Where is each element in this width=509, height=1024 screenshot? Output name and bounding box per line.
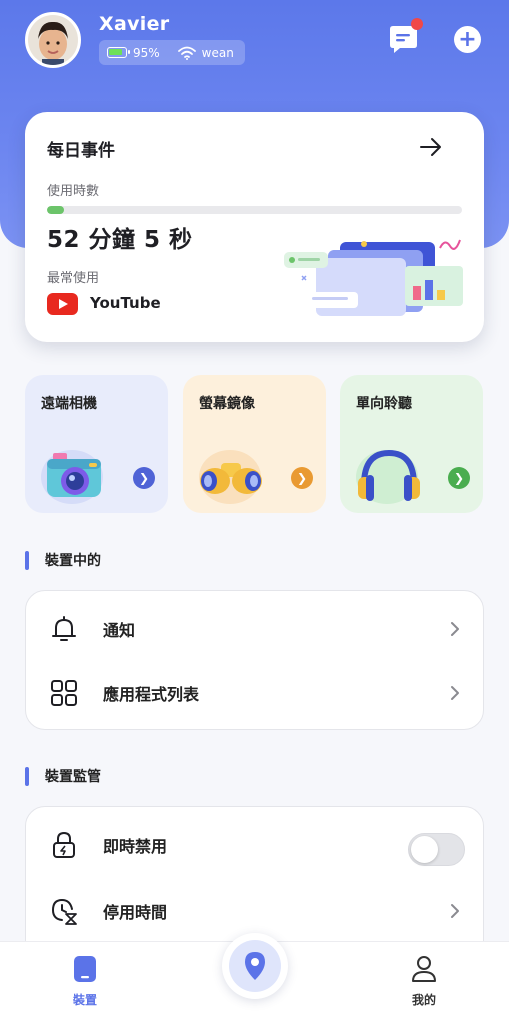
list-item-label: 即時禁用 [103, 837, 168, 856]
device-status: 95% wean [99, 40, 245, 65]
location-button-bg [229, 940, 281, 992]
nav-device[interactable]: 裝置 [40, 942, 130, 1024]
list-item-instant-disable: 即時禁用 [26, 813, 483, 877]
battery-level: 95% [133, 45, 160, 60]
chevron-right-icon [451, 904, 459, 918]
notification-dot [411, 18, 423, 30]
daily-events-card[interactable]: 每日事件 使用時數 52 分鐘 5 秒 最常使用 YouTube [25, 112, 484, 342]
nav-me-label: 我的 [411, 993, 436, 1007]
section-control-header: 裝置監管 [25, 765, 101, 787]
avatar[interactable] [25, 12, 81, 68]
wifi-name: wean [201, 45, 234, 60]
screen-mirror-card[interactable]: 螢幕鏡像 ❯ [183, 375, 326, 513]
add-device-button[interactable]: + [454, 26, 481, 53]
phone-icon [74, 956, 96, 982]
list-item-label: 通知 [103, 621, 136, 640]
usage-progress-fill [47, 206, 64, 214]
wifi-icon [177, 46, 196, 60]
section-accent-bar [25, 766, 29, 786]
camera-icon [41, 450, 103, 504]
remote-camera-card[interactable]: 遠端相機 ❯ [25, 375, 168, 513]
chevron-right-icon [451, 622, 459, 636]
toggle-knob [411, 836, 438, 863]
section-device-header: 裝置中的 [25, 549, 101, 571]
bell-icon [52, 616, 76, 641]
device-list-card: 通知 應用程式列表 [25, 590, 484, 730]
list-item-label: 停用時間 [103, 903, 168, 922]
battery-icon [107, 47, 130, 58]
header: Xavier 95% wean + [0, 0, 509, 80]
section-control-title: 裝置監管 [45, 769, 101, 785]
list-item-label: 應用程式列表 [103, 685, 200, 704]
user-icon [412, 956, 436, 982]
location-pin-icon [245, 952, 265, 980]
location-button[interactable] [222, 933, 288, 999]
clock-icon [51, 898, 77, 925]
grid-icon [51, 680, 77, 706]
section-device-title: 裝置中的 [45, 553, 101, 569]
usage-progress-bar [47, 206, 462, 214]
headphones-icon [356, 449, 420, 504]
list-item-app-list[interactable]: 應用程式列表 [26, 661, 483, 725]
usage-time: 52 分鐘 5 秒 [47, 227, 193, 253]
usage-label: 使用時數 [47, 184, 100, 199]
user-name: Xavier [99, 13, 170, 35]
remote-camera-label: 遠端相機 [41, 396, 97, 412]
screen-mirror-label: 螢幕鏡像 [199, 396, 255, 412]
arrow-right-icon[interactable] [418, 134, 444, 160]
list-item-notifications[interactable]: 通知 [26, 597, 483, 661]
binoculars-icon [199, 450, 262, 504]
chevron-right-icon[interactable]: ❯ [448, 467, 470, 489]
most-used-label: 最常使用 [47, 271, 100, 286]
avatar-image [28, 15, 78, 65]
nav-device-label: 裝置 [72, 993, 97, 1007]
one-way-listening-card[interactable]: 單向聆聽 ❯ [340, 375, 483, 513]
nav-me[interactable]: 我的 [379, 942, 469, 1024]
chevron-right-icon[interactable]: ❯ [291, 467, 313, 489]
chevron-right-icon[interactable]: ❯ [133, 467, 155, 489]
instant-disable-toggle[interactable] [408, 833, 465, 866]
daily-events-title: 每日事件 [47, 141, 115, 161]
one-way-listening-label: 單向聆聽 [356, 396, 412, 412]
youtube-icon [47, 293, 78, 315]
most-used-app: YouTube [90, 294, 161, 312]
lock-icon [53, 831, 75, 858]
section-accent-bar [25, 550, 29, 570]
usage-illustration [284, 239, 463, 316]
chevron-right-icon [451, 686, 459, 700]
